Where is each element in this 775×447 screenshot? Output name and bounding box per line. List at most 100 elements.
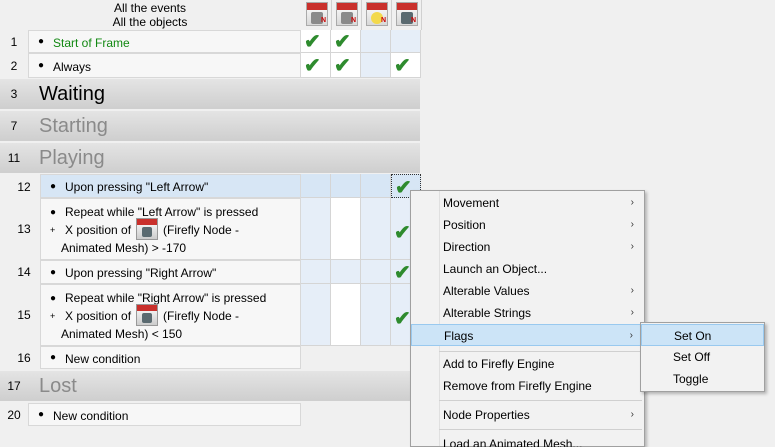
menu-separator [439, 429, 642, 430]
action-cell[interactable]: ✔ [301, 30, 331, 53]
event-row-20[interactable]: 20 ● New condition [0, 403, 420, 426]
menu-item-direction[interactable]: Direction › [411, 236, 644, 258]
condition-cell[interactable]: ● Upon pressing "Left Arrow" [40, 174, 301, 198]
condition-cell[interactable]: ● Always [28, 53, 301, 78]
submenu-item-toggle[interactable]: Toggle [641, 368, 764, 390]
row-number: 15 [17, 308, 31, 322]
group-playing[interactable]: 11 Playing [0, 143, 420, 173]
bullet-plus: + [50, 311, 56, 321]
object-column-firefly-engine[interactable]: N [303, 0, 332, 30]
group-title: Starting [39, 115, 108, 137]
menu-item-remove-from-engine[interactable]: Remove from Firefly Engine [411, 375, 644, 397]
menu-item-movement[interactable]: Movement › [411, 192, 644, 214]
group-title: Lost [39, 375, 77, 397]
new-condition-cell[interactable]: ● New condition [40, 346, 301, 369]
firefly-engine-icon: N [306, 2, 328, 26]
condition-cell[interactable]: ● Repeat while "Left Arrow" is pressed +… [40, 198, 301, 260]
action-cell[interactable] [301, 284, 331, 346]
menu-item-node-properties[interactable]: Node Properties › [411, 404, 644, 426]
firefly-node-icon [136, 304, 158, 326]
event-row-14[interactable]: 14 ● Upon pressing "Right Arrow" ✔ [0, 260, 421, 284]
check-icon: ✔ [304, 55, 321, 77]
action-cell[interactable] [361, 53, 391, 78]
action-cell[interactable] [331, 284, 361, 346]
all-events-label: All the events [113, 1, 187, 15]
object-column-firefly-light[interactable]: N [363, 0, 392, 30]
condition-line2b: (Firefly Node - [163, 309, 240, 323]
action-cell[interactable]: ✔ [301, 53, 331, 78]
group-lost[interactable]: 17 Lost [0, 371, 420, 401]
group-waiting[interactable]: 3 Waiting [0, 79, 420, 109]
check-icon: ✔ [394, 55, 411, 77]
menu-item-flags[interactable]: Flags › [411, 324, 644, 346]
group-number: 17 [7, 379, 21, 393]
group-number: 11 [7, 151, 21, 165]
event-row-16[interactable]: 16 ● New condition [0, 346, 420, 369]
action-cell[interactable] [361, 198, 391, 260]
submenu-item-set-off[interactable]: Set Off [641, 346, 764, 368]
event-row-1[interactable]: 1 ● Start of Frame ✔ ✔ [0, 30, 421, 53]
condition-line2b: (Firefly Node - [163, 223, 240, 237]
group-starting[interactable]: 7 Starting [0, 111, 420, 141]
submenu-arrow-icon: › [630, 409, 634, 420]
action-cell[interactable] [391, 30, 421, 53]
action-cell[interactable] [301, 260, 331, 284]
submenu-item-set-on[interactable]: Set On [641, 324, 764, 346]
event-row-2[interactable]: 2 ● Always ✔ ✔ ✔ [0, 53, 421, 78]
check-icon: ✔ [394, 262, 411, 284]
action-cell[interactable] [331, 174, 361, 198]
action-cell[interactable] [301, 174, 331, 198]
object-column-firefly-mesh[interactable]: N [333, 0, 362, 30]
action-cell[interactable] [361, 284, 391, 346]
action-cell[interactable] [331, 198, 361, 260]
condition-line2a: X position of [65, 309, 132, 323]
check-icon: ✔ [334, 55, 351, 77]
menu-item-position[interactable]: Position › [411, 214, 644, 236]
condition-cell[interactable]: ● Start of Frame [28, 30, 301, 53]
event-row-12[interactable]: 12 ● Upon pressing "Left Arrow" ✔ [0, 174, 421, 199]
bullet-plus: + [50, 225, 56, 235]
condition-line1: Repeat while "Left Arrow" is pressed [65, 205, 259, 219]
bullet: ● [50, 267, 57, 278]
submenu-arrow-icon: › [630, 307, 634, 318]
row-number: 20 [7, 408, 21, 422]
bullet: ● [38, 60, 45, 71]
action-cell[interactable] [301, 198, 331, 260]
menu-item-launch-object[interactable]: Launch an Object... [411, 258, 644, 280]
row-number: 13 [17, 222, 31, 236]
bullet: ● [38, 409, 45, 420]
submenu-arrow-icon: › [630, 197, 634, 208]
condition-cell[interactable]: ● Repeat while "Right Arrow" is pressed … [40, 284, 301, 346]
action-cell[interactable]: ✔ [331, 30, 361, 53]
condition-line3: Animated Mesh) < 150 [61, 327, 183, 341]
action-cell[interactable] [361, 30, 391, 53]
action-cell[interactable] [331, 260, 361, 284]
menu-item-load-animated-mesh[interactable]: Load an Animated Mesh... [411, 433, 644, 447]
condition-line1: Repeat while "Right Arrow" is pressed [65, 291, 267, 305]
menu-separator [439, 351, 642, 352]
submenu-arrow-icon: › [630, 219, 634, 230]
menu-item-alterable-values[interactable]: Alterable Values › [411, 280, 644, 302]
event-row-15[interactable]: 15 ● Repeat while "Right Arrow" is press… [0, 284, 421, 346]
condition-line2a: X position of [65, 223, 132, 237]
menu-item-alterable-strings[interactable]: Alterable Strings › [411, 302, 644, 324]
action-cell[interactable] [361, 174, 391, 198]
bullet: ● [50, 293, 57, 304]
condition-cell[interactable]: ● Upon pressing "Right Arrow" [40, 260, 301, 284]
new-condition-cell[interactable]: ● New condition [28, 403, 301, 426]
condition-text: Start of Frame [53, 36, 130, 50]
object-column-firefly-node[interactable]: N [393, 0, 422, 30]
action-cell[interactable] [361, 260, 391, 284]
action-cell[interactable]: ✔ [331, 53, 361, 78]
menu-item-add-to-engine[interactable]: Add to Firefly Engine [411, 353, 644, 375]
group-title: Playing [39, 147, 105, 169]
bullet: ● [50, 352, 57, 363]
condition-line3: Animated Mesh) > -170 [61, 241, 187, 255]
condition-text: Upon pressing "Left Arrow" [65, 180, 209, 194]
group-number: 3 [10, 87, 18, 101]
firefly-light-icon: N [366, 2, 388, 26]
event-row-13[interactable]: 13 ● Repeat while "Left Arrow" is presse… [0, 198, 421, 260]
row-number: 1 [10, 35, 18, 49]
action-cell[interactable]: ✔ [391, 53, 421, 78]
condition-text: Upon pressing "Right Arrow" [65, 266, 217, 280]
